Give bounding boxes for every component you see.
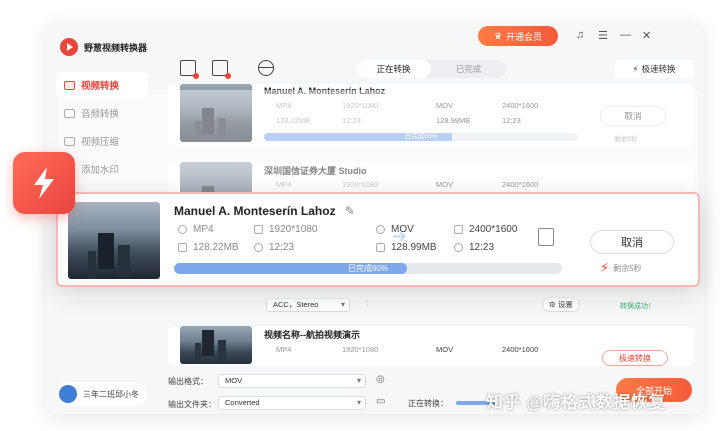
source-resolution-text: 1920*1080	[269, 224, 318, 235]
app-logo: 野葱视频转换器	[60, 38, 147, 56]
output-folder-label: 输出文件夹：	[168, 400, 216, 409]
clock-icon	[454, 243, 463, 252]
video-thumbnail	[180, 326, 252, 364]
file-size-icon	[376, 243, 385, 252]
task-title: 视频名称--航拍视频演示	[264, 330, 360, 340]
target-format-text: MOV	[391, 224, 414, 235]
task-title: Manuel A. Monteserín Lahoz	[174, 204, 336, 218]
source-format-text: MP4	[193, 224, 214, 235]
source-size: 128.22MB	[178, 242, 239, 253]
remaining-time: ⚡ 剩余5秒	[600, 260, 642, 276]
format-settings-icon[interactable]: ◎	[376, 374, 385, 385]
remaining-time-text: 剩余5秒	[613, 263, 642, 273]
format-icon	[376, 225, 385, 234]
target-resolution: 2400*1600	[502, 345, 539, 354]
target-resolution: 2400*1600	[454, 224, 517, 235]
source-resolution: 1920*1080	[254, 224, 317, 235]
target-duration-text: 12:23	[469, 242, 495, 253]
crown-icon: ♛	[493, 30, 503, 41]
gear-icon: ⚙	[549, 300, 556, 309]
close-icon[interactable]: ✕	[642, 29, 651, 42]
status-tabs: 正在转换 已完成	[356, 60, 506, 78]
vip-button[interactable]: ♛ 开通会员	[478, 26, 558, 46]
turbo-badge	[13, 152, 75, 214]
headset-icon[interactable]: ♫	[576, 29, 584, 41]
output-settings-icon[interactable]	[538, 228, 554, 246]
format-icon	[178, 225, 187, 234]
app-title: 野葱视频转换器	[84, 42, 148, 53]
watermark-text: 知乎 @嗨格式数据恢复	[486, 393, 666, 412]
output-format-select[interactable]: MOV	[218, 374, 366, 388]
user-profile[interactable]: 三年二班邱小冬	[56, 382, 147, 406]
target-duration: 12:23	[454, 242, 494, 253]
resolution-icon	[254, 225, 263, 234]
progress-label: 已完成60%	[347, 264, 388, 273]
app-logo-icon	[60, 38, 78, 56]
audio-select[interactable]: ACC，Stereo	[266, 298, 350, 312]
menu-icon[interactable]: ☰	[598, 29, 608, 42]
turbo-label: 极速转换	[641, 64, 676, 74]
resolution-icon	[454, 225, 463, 234]
turbo-convert-button[interactable]: 极速转换	[602, 350, 668, 366]
lightning-icon	[34, 167, 54, 199]
target-format: MOV	[376, 224, 414, 235]
folder-icon[interactable]: ▭	[376, 396, 385, 407]
source-resolution: 1920*1080	[342, 345, 379, 354]
settings-label: 设置	[557, 300, 573, 309]
target-format: MOV	[436, 345, 454, 354]
output-folder-select[interactable]: Converted	[218, 396, 366, 410]
bolt-icon: ⚡	[632, 63, 639, 74]
target-resolution-text: 2400*1600	[469, 224, 518, 235]
status-badge: 转换成功！	[620, 303, 655, 310]
output-format-label: 输出格式：	[168, 377, 208, 386]
user-name: 三年二班邱小冬	[83, 389, 139, 399]
vip-label: 开通会员	[506, 31, 543, 42]
task-card: 视频名称--航拍视频演示 MP4 1920*1080 MOV 2400*1600…	[168, 326, 694, 366]
add-folder-icon[interactable]	[212, 60, 231, 79]
source-format: MP4	[178, 224, 214, 235]
converting-label: 正在转换：	[408, 399, 448, 408]
tab-converting[interactable]: 正在转换	[356, 60, 431, 78]
avatar	[59, 385, 77, 403]
file-size-icon	[178, 243, 187, 252]
minimize-icon[interactable]: —	[620, 29, 631, 41]
bolt-icon: ⚡	[600, 260, 610, 275]
add-file-icon[interactable]	[180, 60, 199, 79]
target-size-text: 128.99MB	[391, 242, 437, 253]
source-format: MP4	[276, 345, 292, 354]
tab-done[interactable]: 已完成	[431, 60, 506, 78]
source-size-text: 128.22MB	[193, 242, 239, 253]
source-duration: 12:23	[254, 242, 294, 253]
globe-icon[interactable]	[258, 60, 274, 76]
cancel-button[interactable]: 取消	[590, 230, 674, 254]
source-duration-text: 12:23	[269, 242, 295, 253]
turbo-convert-button[interactable]: ⚡ 极速转换	[614, 60, 694, 78]
video-icon	[64, 80, 75, 90]
equalizer-icon[interactable]: ⫶	[366, 299, 368, 309]
zoomed-task-card: Manuel A. Monteserín Lahoz ✎ MP4 1920*10…	[56, 192, 700, 287]
clock-icon	[254, 243, 263, 252]
video-thumbnail	[68, 202, 160, 279]
edit-icon[interactable]: ✎	[345, 204, 355, 218]
target-size: 128.99MB	[376, 242, 437, 253]
task-title-row: Manuel A. Monteserín Lahoz ✎	[174, 204, 355, 218]
